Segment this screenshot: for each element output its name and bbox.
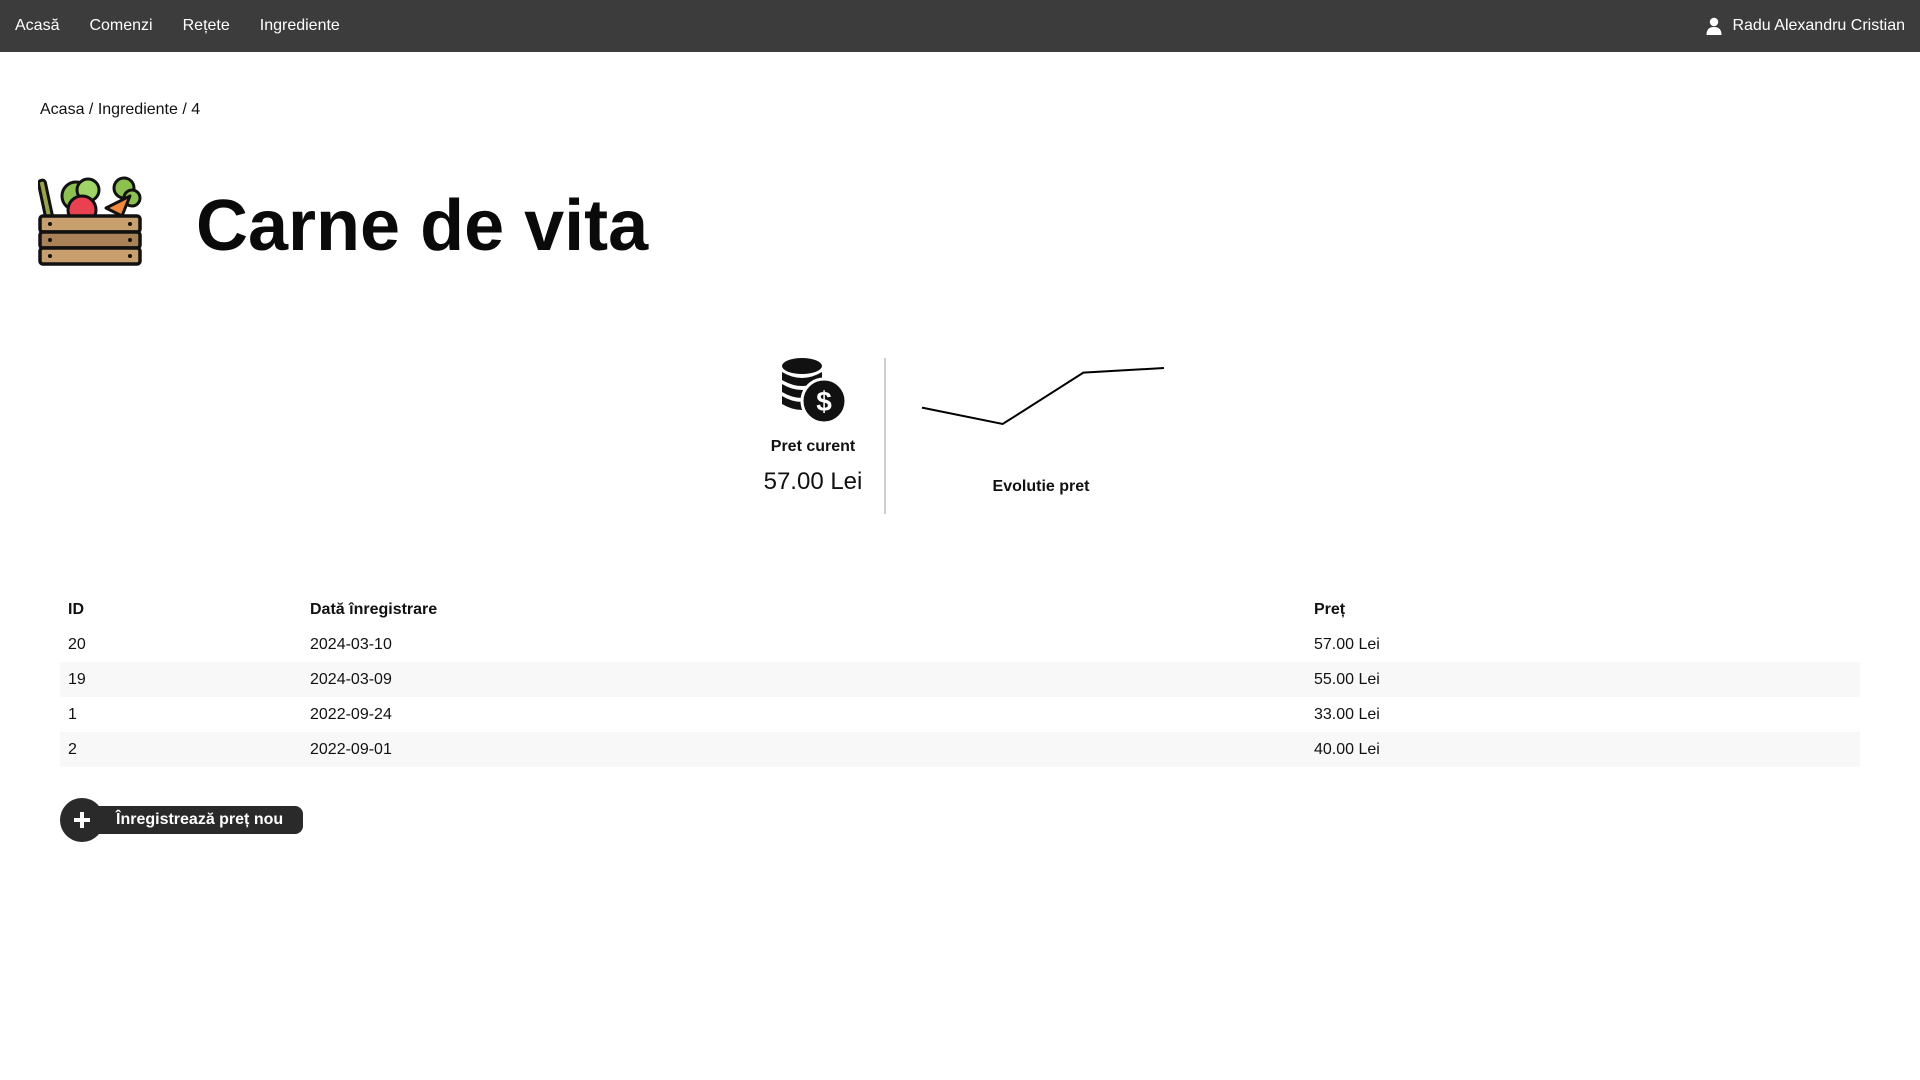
nav-links: Acasă Comenzi Rețete Ingrediente [0, 17, 370, 35]
column-header-id: ID [68, 600, 84, 618]
breadcrumb: Acasa / Ingrediente / 4 [40, 101, 200, 119]
table-header-row: ID Dată înregistrare Preț [60, 592, 1860, 627]
price-evolution-sparkline [921, 367, 1165, 426]
price-evolution-label: Evolutie pret [992, 478, 1090, 495]
current-price-value: 57.00 Lei [763, 468, 863, 495]
nav-link-ingrediente[interactable]: Ingrediente [260, 17, 340, 35]
column-header-price: Preț [1314, 600, 1346, 618]
price-history-table: ID Dată înregistrare Preț 20 2024-03-10 … [60, 592, 1860, 767]
vegetable-crate-icon [38, 176, 142, 266]
cell-id: 20 [68, 635, 86, 653]
user-menu[interactable]: Radu Alexandru Cristian [1706, 17, 1920, 35]
add-price-button[interactable]: Înregistrează preț nou [60, 798, 304, 842]
current-price-label: Pret curent [770, 438, 856, 455]
breadcrumb-separator: / [88, 101, 94, 118]
table-row: 2 2022-09-01 40.00 Lei [60, 732, 1860, 767]
add-price-label[interactable]: Înregistrează preț nou [82, 806, 304, 834]
cell-date: 2024-03-10 [310, 635, 392, 653]
table-row: 1 2022-09-24 33.00 Lei [60, 697, 1860, 732]
price-stats: $ Pret curent 57.00 Lei Evolutie pret [740, 356, 1180, 516]
cell-price: 40.00 Lei [1314, 740, 1380, 758]
cell-date: 2024-03-09 [310, 670, 392, 688]
cell-price: 55.00 Lei [1314, 670, 1380, 688]
user-name: Radu Alexandru Cristian [1732, 17, 1905, 34]
coins-dollar-icon: $ [782, 358, 848, 424]
user-icon [1706, 17, 1722, 35]
price-evolution-chart: Evolutie pret [918, 356, 1168, 516]
nav-link-comenzi[interactable]: Comenzi [89, 17, 152, 35]
price-series-line [921, 367, 1165, 426]
table-row: 19 2024-03-09 55.00 Lei [60, 662, 1860, 697]
breadcrumb-current: 4 [191, 101, 201, 118]
table-row: 20 2024-03-10 57.00 Lei [60, 627, 1860, 662]
cell-price: 57.00 Lei [1314, 635, 1380, 653]
breadcrumb-ingrediente[interactable]: Ingrediente [98, 101, 178, 118]
cell-price: 33.00 Lei [1314, 705, 1380, 723]
cell-id: 19 [68, 670, 86, 688]
breadcrumb-separator: / [182, 101, 187, 118]
cell-date: 2022-09-24 [310, 705, 392, 723]
cell-date: 2022-09-01 [310, 740, 392, 758]
cell-id: 1 [68, 705, 77, 723]
top-navbar: Acasă Comenzi Rețete Ingrediente Radu Al… [0, 0, 1920, 52]
svg-text:$: $ [816, 386, 832, 417]
nav-link-acasa[interactable]: Acasă [15, 17, 59, 35]
breadcrumb-home[interactable]: Acasa [40, 101, 84, 118]
current-price-card: $ Pret curent 57.00 Lei [740, 356, 886, 516]
plus-icon[interactable] [60, 798, 104, 842]
column-header-date: Dată înregistrare [310, 600, 438, 618]
stats-divider [884, 358, 886, 514]
page-title: Carne de vita [196, 186, 649, 266]
cell-id: 2 [68, 740, 77, 758]
nav-link-retete[interactable]: Rețete [183, 17, 230, 35]
